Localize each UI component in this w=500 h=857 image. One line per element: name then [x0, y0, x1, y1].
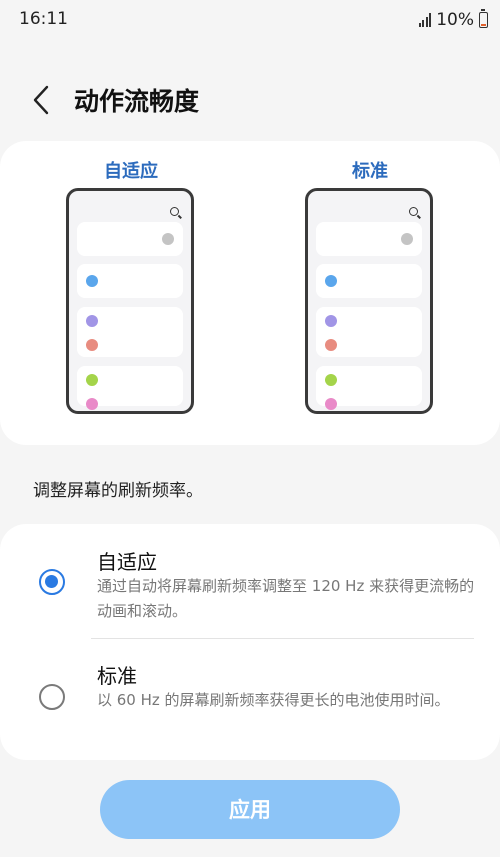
chevron-left-icon[interactable]: [28, 83, 56, 117]
apply-button[interactable]: 应用: [100, 780, 400, 839]
adaptive-phone-mockup: [66, 188, 194, 414]
salmon-dot: [325, 339, 337, 351]
blue-dot: [325, 275, 337, 287]
option-standard[interactable]: 标准 以 60 Hz 的屏幕刷新频率获得更长的电池使用时间。: [0, 640, 500, 760]
standard-radio[interactable]: [39, 684, 65, 710]
status-indicators: 10%: [418, 9, 488, 31]
option-adaptive-title: 自适应: [97, 550, 157, 574]
option-divider: [91, 638, 474, 639]
pink-dot: [86, 398, 98, 410]
green-dot: [86, 374, 98, 386]
status-time: 16:11: [19, 9, 68, 29]
option-standard-title: 标准: [97, 664, 137, 688]
gray-dot: [162, 233, 174, 245]
mock-card: [77, 366, 183, 410]
adaptive-preview-label: 自适应: [104, 161, 158, 182]
blue-dot: [86, 275, 98, 287]
signal-icon: [418, 13, 432, 27]
mock-card: [316, 222, 422, 256]
mock-card: [77, 307, 183, 357]
option-standard-description: 以 60 Hz 的屏幕刷新频率获得更长的电池使用时间。: [97, 691, 450, 709]
mock-card: [77, 222, 183, 256]
green-dot: [325, 374, 337, 386]
status-bar: 16:11 10%: [0, 0, 500, 42]
battery-icon: [479, 9, 488, 28]
gray-dot: [401, 233, 413, 245]
pink-dot: [325, 398, 337, 410]
mock-card: [77, 264, 183, 298]
option-adaptive[interactable]: 自适应 通过自动将屏幕刷新频率调整至 120 Hz 来获得更流畅的动画和滚动。: [0, 524, 500, 640]
mock-card: [316, 366, 422, 410]
option-adaptive-description: 通过自动将屏幕刷新频率调整至 120 Hz 来获得更流畅的动画和滚动。: [97, 577, 475, 620]
search-icon: [170, 207, 179, 216]
search-icon: [409, 207, 418, 216]
purple-dot: [325, 315, 337, 327]
battery-percent: 10%: [436, 10, 474, 30]
page-title: 动作流畅度: [74, 87, 200, 116]
section-description: 调整屏幕的刷新频率。: [33, 481, 203, 501]
purple-dot: [86, 315, 98, 327]
header: 动作流畅度: [0, 72, 500, 128]
mock-card: [316, 264, 422, 298]
salmon-dot: [86, 339, 98, 351]
preview-card: 自适应 标准: [0, 141, 500, 445]
mock-card: [316, 307, 422, 357]
adaptive-radio[interactable]: [39, 569, 65, 595]
standard-phone-mockup: [305, 188, 433, 414]
standard-preview-label: 标准: [352, 161, 388, 182]
refresh-rate-options: 自适应 通过自动将屏幕刷新频率调整至 120 Hz 来获得更流畅的动画和滚动。 …: [0, 524, 500, 760]
